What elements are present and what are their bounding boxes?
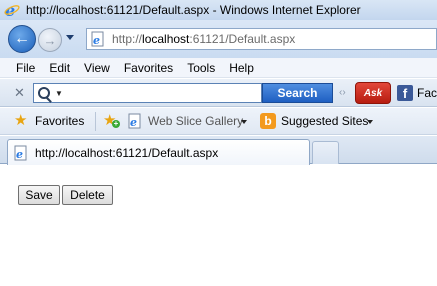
menu-favorites[interactable]: Favorites: [117, 61, 180, 75]
forward-arrow-icon: →: [43, 32, 57, 48]
search-button[interactable]: Search: [262, 83, 333, 103]
recent-pages-dropdown[interactable]: [66, 35, 74, 40]
close-toolbar-icon[interactable]: ✕: [14, 85, 25, 101]
facebook-icon[interactable]: f: [397, 85, 413, 101]
window-title-bar: e http://localhost:61121/Default.aspx - …: [0, 0, 437, 20]
suggested-sites-dropdown-icon[interactable]: [367, 120, 373, 124]
toolbar-grip-icon[interactable]: ‹›: [339, 87, 346, 98]
search-toolbar: ✕ ▼ Search ‹› Ask f Face: [0, 79, 437, 107]
menu-edit[interactable]: Edit: [42, 61, 77, 75]
menu-tools[interactable]: Tools: [180, 61, 222, 75]
menu-bar: File Edit View Favorites Tools Help: [0, 58, 437, 78]
search-input[interactable]: ▼: [33, 83, 262, 103]
page-content: Save Delete: [0, 165, 437, 286]
address-url[interactable]: http://localhost:61121/Default.aspx: [112, 32, 295, 46]
address-bar[interactable]: e http://localhost:61121/Default.aspx: [86, 28, 437, 50]
web-slice-dropdown-icon[interactable]: [241, 120, 247, 124]
window-title: http://localhost:61121/Default.aspx - Wi…: [26, 3, 361, 17]
suggested-sites-link[interactable]: Suggested Sites: [281, 114, 368, 128]
menu-file[interactable]: File: [9, 61, 42, 75]
back-arrow-icon: ←: [14, 30, 30, 47]
url-scheme: http://: [112, 32, 143, 46]
web-slice-gallery-link[interactable]: Web Slice Gallery: [148, 114, 243, 128]
svg-text:e: e: [93, 34, 100, 47]
menu-view[interactable]: View: [77, 61, 117, 75]
search-provider-dropdown-icon[interactable]: ▼: [55, 89, 63, 98]
new-tab-button[interactable]: [312, 141, 339, 164]
tab-current[interactable]: e http://localhost:61121/Default.aspx: [7, 139, 310, 165]
suggested-sites-icon[interactable]: b: [260, 113, 276, 129]
back-button[interactable]: ←: [8, 25, 36, 53]
search-icon: [38, 87, 50, 99]
internet-explorer-icon: e: [4, 1, 20, 20]
page-icon: e: [90, 31, 106, 47]
ask-button[interactable]: Ask: [355, 82, 391, 104]
web-slice-icon[interactable]: e: [127, 113, 143, 129]
save-button[interactable]: Save: [18, 185, 60, 205]
menu-help[interactable]: Help: [222, 61, 261, 75]
tab-bar: e http://localhost:61121/Default.aspx: [0, 136, 437, 165]
svg-text:e: e: [130, 116, 137, 129]
navigation-bar: ← → e http://localhost:61121/Default.asp…: [0, 20, 437, 58]
favorites-button[interactable]: Favorites: [35, 114, 84, 128]
url-path: :61121/Default.aspx: [189, 32, 296, 46]
svg-text:e: e: [16, 148, 23, 161]
favorites-bar: ★ Favorites ★ + e Web Slice Gallery b Su…: [0, 108, 437, 135]
tab-page-icon: e: [13, 145, 29, 161]
favorites-star-icon[interactable]: ★: [14, 113, 27, 129]
facebook-label[interactable]: Face: [417, 86, 437, 100]
add-plus-icon: +: [112, 119, 120, 128]
tab-title: http://localhost:61121/Default.aspx: [35, 145, 219, 160]
forward-button[interactable]: →: [38, 28, 62, 52]
url-host: localhost: [142, 32, 190, 46]
delete-button[interactable]: Delete: [62, 185, 113, 205]
toolbar-divider: [95, 112, 96, 131]
